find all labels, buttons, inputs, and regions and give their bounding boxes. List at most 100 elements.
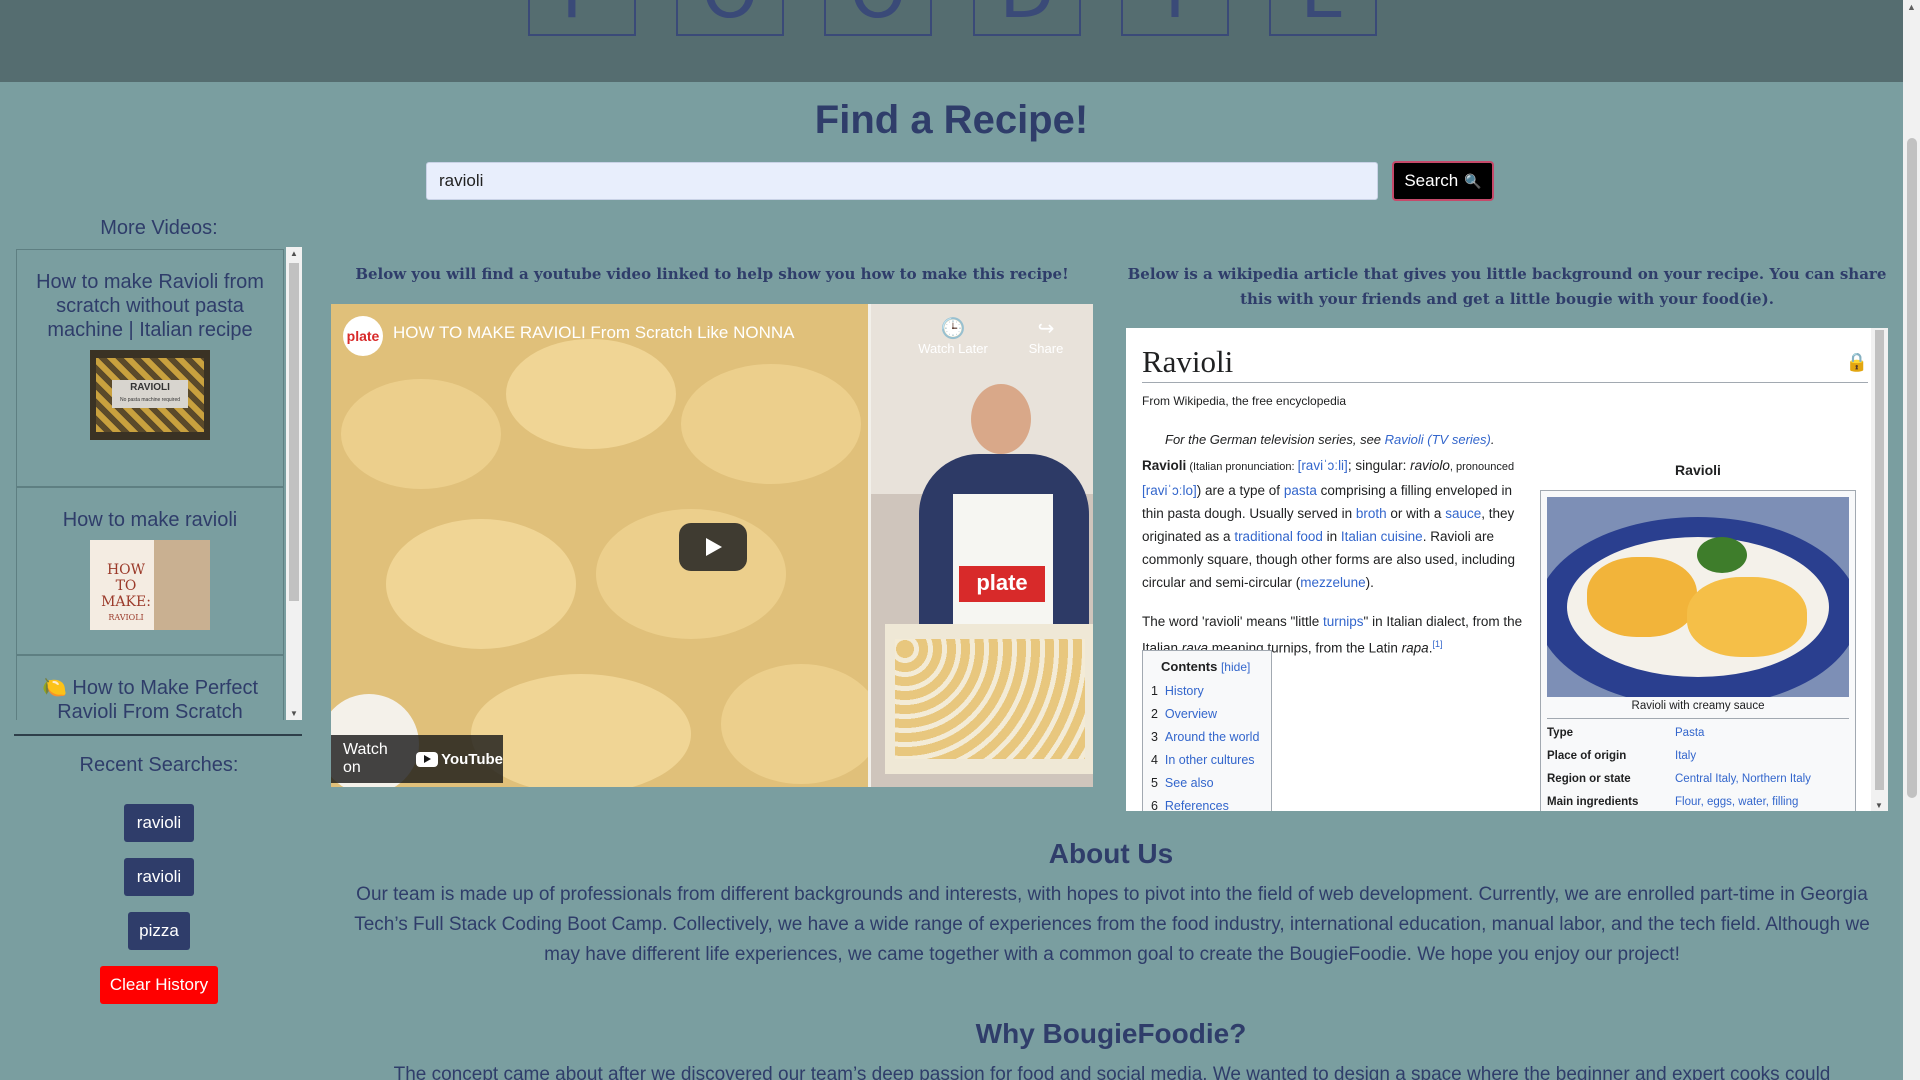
apron-logo: plate: [959, 566, 1045, 602]
infobox-value[interactable]: Pasta: [1675, 721, 1847, 744]
toc-item[interactable]: 4 In other cultures: [1151, 749, 1271, 772]
wiki-scroll-thumb[interactable]: [1875, 330, 1884, 790]
video-thumbnail[interactable]: RAVIOLI No pasta machine required: [90, 350, 210, 440]
sauce-link[interactable]: sauce: [1445, 506, 1481, 521]
header-letter: I: [1121, 0, 1229, 36]
toc-link[interactable]: Overview: [1165, 707, 1217, 721]
why-heading: Why BougieFoodie?: [975, 1018, 1247, 1049]
thumbnail-subtext: RAVIOLI: [108, 613, 144, 622]
header-letter: D: [973, 0, 1081, 36]
toc-link[interactable]: In other cultures: [1165, 753, 1255, 767]
wikipedia-embed[interactable]: Ravioli 🔒 From Wikipedia, the free encyc…: [1126, 328, 1888, 811]
infobox-label: Type: [1547, 726, 1573, 739]
video-thumbnail[interactable]: HOW TO MAKE: RAVIOLI: [90, 540, 210, 630]
youtube-logo-icon: YouTube: [416, 751, 503, 768]
search-input[interactable]: [426, 162, 1378, 200]
toc-num: 5: [1151, 776, 1158, 790]
reference-link[interactable]: [1]: [1432, 639, 1442, 649]
toc-item[interactable]: 2 Overview: [1151, 703, 1271, 726]
video-card[interactable]: How to make Ravioli from scratch without…: [16, 249, 284, 487]
toc-hide-link[interactable]: [hide]: [1221, 660, 1250, 674]
videos-scroll-thumb[interactable]: [289, 263, 299, 601]
youtube-player[interactable]: plate plate HOW TO MAKE RAVIOLI From Scr…: [331, 304, 1093, 787]
mezzelune-link[interactable]: mezzelune: [1300, 575, 1365, 590]
search-button[interactable]: Search 🔍: [1392, 161, 1494, 201]
recent-search-button[interactable]: ravioli: [124, 804, 194, 842]
pasta-link[interactable]: pasta: [1284, 483, 1317, 498]
watch-on-youtube-link[interactable]: Watch on YouTube: [331, 735, 503, 783]
infobox-title: Ravioli: [1675, 462, 1721, 478]
page-scroll-thumb[interactable]: [1907, 138, 1917, 798]
clock-icon: 🕒: [940, 318, 966, 340]
youtube-wordmark: YouTube: [441, 750, 503, 768]
toc-link[interactable]: References: [1165, 799, 1229, 811]
broth-link[interactable]: broth: [1356, 506, 1387, 521]
play-button[interactable]: [679, 523, 747, 571]
toc-item[interactable]: 3 Around the world: [1151, 726, 1271, 749]
hatnote-link[interactable]: Ravioli (TV series): [1385, 432, 1491, 447]
lemon-icon: 🍋: [41, 677, 67, 699]
watch-later-button[interactable]: 🕒 Watch Later: [913, 316, 993, 356]
about-heading: About Us: [1048, 838, 1174, 869]
infobox-label: Region or state: [1547, 772, 1631, 785]
toc-item[interactable]: 5 See also: [1151, 772, 1271, 795]
recent-search-button[interactable]: pizza: [128, 912, 190, 950]
infobox-value[interactable]: Italy: [1675, 744, 1847, 767]
video-card-title[interactable]: 🍋 How to Make Perfect Ravioli From Scrat…: [17, 656, 283, 720]
recent-search-button[interactable]: ravioli: [124, 858, 194, 896]
video-card-title[interactable]: How to make Ravioli from scratch without…: [17, 250, 283, 342]
scroll-down-arrow-icon[interactable]: ▼: [1875, 801, 1883, 810]
toc-num: 1: [1151, 684, 1158, 698]
page-scrollbar[interactable]: ▲: [1903, 0, 1920, 1080]
traditional-food-link[interactable]: traditional food: [1234, 529, 1323, 544]
scroll-up-arrow-icon[interactable]: ▲: [290, 249, 298, 258]
turnips-link[interactable]: turnips: [1323, 614, 1364, 629]
nonna-video-frame: plate: [871, 304, 1093, 787]
video-card[interactable]: 🍋 How to Make Perfect Ravioli From Scrat…: [16, 655, 284, 720]
share-button[interactable]: ↪ Share: [1021, 316, 1071, 356]
search-button-label: Search: [1404, 171, 1459, 190]
ipa-link[interactable]: [raviˈɔːli]: [1298, 458, 1348, 473]
video-caption: Below you will find a youtube video link…: [355, 265, 1069, 283]
watch-on-label: Watch on: [343, 741, 388, 776]
wiki-scrollbar[interactable]: ▼: [1871, 328, 1888, 811]
videos-scrollbar[interactable]: ▲ ▼: [286, 247, 302, 720]
channel-avatar[interactable]: plate: [343, 316, 383, 356]
page-title: Find a Recipe!: [814, 98, 1089, 142]
wiki-paragraph-1: Ravioli (Italian pronunciation: [raviˈɔː…: [1142, 454, 1528, 594]
video-title[interactable]: HOW TO MAKE RAVIOLI From Scratch Like NO…: [393, 323, 794, 343]
toc-link[interactable]: See also: [1165, 776, 1214, 790]
wiki-title-text: Ravioli: [1142, 344, 1234, 379]
wiki-text: , pronounced: [1449, 461, 1515, 473]
infobox-value[interactable]: Central Italy, Northern Italy: [1675, 767, 1847, 790]
wiki-text: ; singular:: [1347, 458, 1411, 473]
wiki-italic: rapa: [1401, 640, 1429, 656]
infobox-value[interactable]: Flour, eggs, water, filling: [1675, 790, 1847, 811]
toc-item[interactable]: 6 References: [1151, 795, 1271, 811]
thumbnail-text: RAVIOLI: [130, 382, 170, 393]
sidebar-divider: [14, 734, 302, 736]
ipa-link[interactable]: [raviˈɔːlo]: [1142, 483, 1197, 498]
toc-link[interactable]: History: [1165, 684, 1204, 698]
video-card[interactable]: How to make ravioli HOW TO MAKE: RAVIOLI: [16, 487, 284, 655]
italian-cuisine-link[interactable]: Italian cuisine: [1341, 529, 1423, 544]
wiki-text: (Italian pronunciation:: [1186, 461, 1298, 473]
infobox-caption: Ravioli with creamy sauce: [1547, 697, 1849, 719]
video-card-title[interactable]: How to make ravioli: [17, 488, 283, 532]
more-videos-list[interactable]: How to make Ravioli from scratch without…: [14, 247, 302, 720]
recent-searches-label: Recent Searches:: [79, 754, 239, 776]
toc-num: 4: [1151, 753, 1158, 767]
clear-history-button[interactable]: Clear History: [100, 966, 218, 1004]
share-label: Share: [1028, 341, 1064, 356]
scroll-up-arrow-icon[interactable]: ▲: [1907, 2, 1916, 12]
toc-num: 6: [1151, 799, 1158, 811]
ravioli-dish-image: [1547, 497, 1849, 697]
scroll-down-arrow-icon[interactable]: ▼: [290, 709, 298, 718]
infobox-label: Place of origin: [1547, 749, 1627, 762]
header-letter: E: [1269, 0, 1377, 36]
toc-item[interactable]: 1 History: [1151, 680, 1271, 703]
toc-num: 3: [1151, 730, 1158, 744]
wiki-tagline: From Wikipedia, the free encyclopedia: [1142, 394, 1347, 408]
wiki-text: ).: [1365, 575, 1374, 590]
toc-link[interactable]: Around the world: [1165, 730, 1260, 744]
